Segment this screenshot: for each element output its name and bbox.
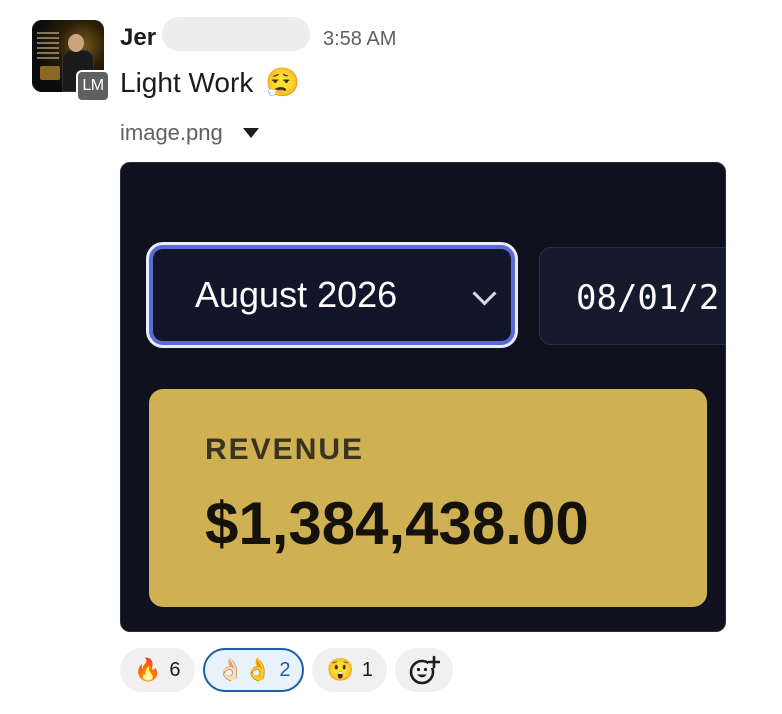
add-reaction-button[interactable] [395,648,453,692]
avatar-person-head [68,34,84,52]
workspace-badge: LM [76,70,110,102]
caret-down-icon[interactable] [242,128,259,138]
exhale-face-emoji-icon: 😮‍💨 [265,67,301,98]
revenue-card: REVENUE $1,384,438.00 [149,389,707,607]
reaction-fire[interactable]: 🔥 6 [120,648,195,692]
sender-name[interactable]: Jer [120,24,156,52]
reaction-count: 1 [361,658,373,681]
avatar-text-decoration [37,32,59,62]
ok-hand-icon: 👌 [243,657,272,682]
avatar-gold-object [40,66,60,80]
redaction-overlay [162,17,310,51]
attachment-header[interactable]: image.png [120,120,259,146]
attached-image[interactable]: August 2026 08/01/2 REVENUE $1,384,438.0… [120,162,726,632]
reaction-ok-hand[interactable]: 👌🏻 👌 2 [202,648,305,692]
add-reaction-icon [409,655,440,685]
message-text: Light Work [120,66,254,98]
date-input-value: 08/01/2 [576,278,720,318]
reaction-astonished[interactable]: 😲 1 [312,648,387,692]
month-select-value: August 2026 [195,274,398,315]
astonished-face-icon: 😲 [326,657,354,682]
message-timestamp[interactable]: 3:58 AM [323,28,396,51]
message-body: Light Work 😮‍💨 [120,66,300,99]
revenue-label: REVENUE [205,433,365,466]
revenue-value: $1,384,438.00 [205,490,589,557]
date-input: 08/01/2 [539,247,725,345]
chevron-down-icon [472,281,497,306]
reactions-bar: 🔥 6 👌🏻 👌 2 😲 1 [120,648,461,692]
attachment-filename: image.png [120,120,223,145]
reaction-count: 6 [169,658,181,681]
ok-hand-light-icon: 👌🏻 [216,657,244,682]
month-select: August 2026 [149,245,515,345]
reaction-count: 2 [279,658,291,681]
fire-icon: 🔥 [134,657,162,682]
